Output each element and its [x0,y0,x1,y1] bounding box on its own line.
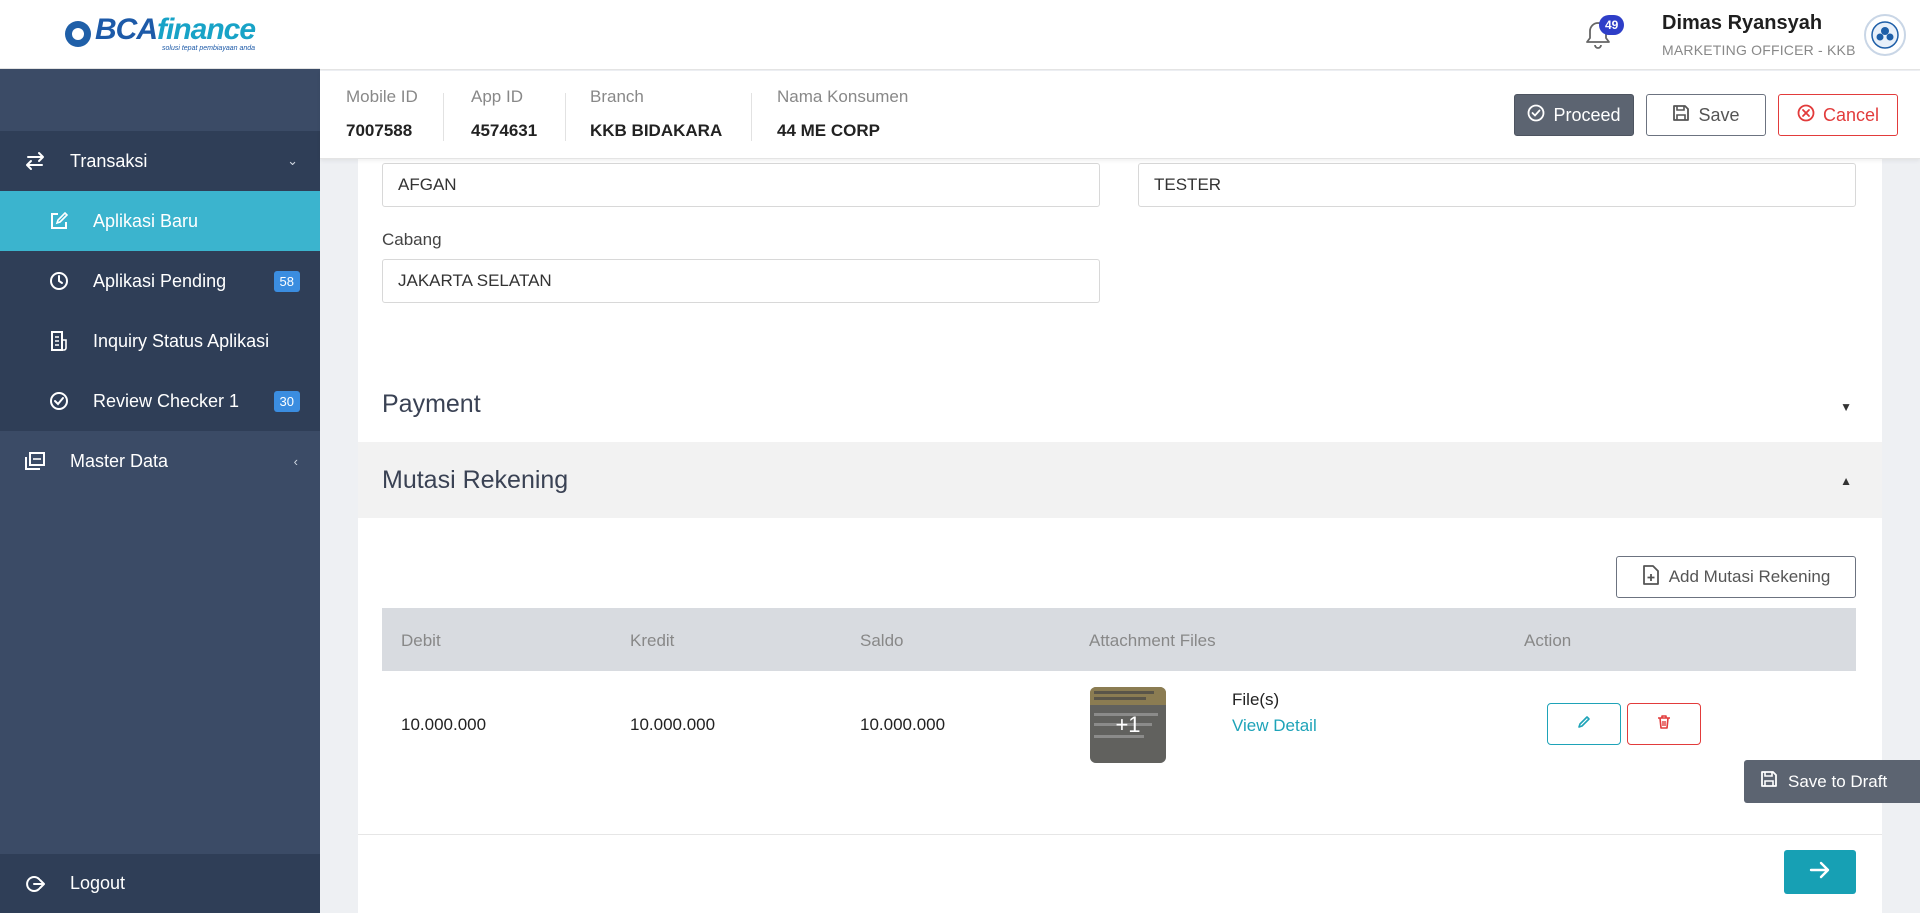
sidebar-item-transaksi[interactable]: Transaksi ⌄ [0,131,320,191]
sidebar-item-master-data[interactable]: Master Data ‹ [0,431,320,491]
user-name: Dimas Ryansyah [1662,12,1823,34]
floppy-disk-icon [1672,104,1690,127]
sidebar-item-aplikasi-pending[interactable]: Aplikasi Pending 58 [0,251,320,311]
thumb-more-count: +1 [1090,687,1166,763]
review-count-badge: 30 [273,390,300,412]
sidebar-item-label: Aplikasi Baru [93,210,199,231]
add-mutasi-rekening-button[interactable]: Add Mutasi Rekening [1616,556,1856,598]
trash-icon [1656,714,1672,735]
proceed-button[interactable]: Proceed [1514,94,1634,136]
app-id-label: App ID [471,87,523,106]
sidebar: BCAfinance solusi tepat pembiayaan anda … [0,0,320,913]
sidebar-item-label: Review Checker 1 [93,390,240,411]
logout-button[interactable]: Logout [0,854,320,913]
app-id-cell: App ID 4574631 [471,87,537,141]
mobile-id-value: 7007588 [346,121,413,140]
sidebar-item-label: Inquiry Status Aplikasi [93,330,270,351]
edit-button[interactable] [1547,703,1621,745]
check-circle-icon [1527,104,1545,127]
branch-value: KKB BIDAKARA [590,121,723,140]
sidebar-item-label: Aplikasi Pending [93,270,227,291]
bca-logo-icon [64,21,91,47]
copy-icon [22,452,48,470]
cell-kredit: 10.000.000 [630,715,716,734]
logo-area[interactable]: BCAfinance solusi tepat pembiayaan anda [0,0,320,69]
app-id-value: 4574631 [471,121,538,140]
chevron-down-icon: ⌄ [287,153,298,168]
nama-konsumen-label: Nama Konsumen [777,87,909,106]
save-button[interactable]: Save [1646,94,1766,136]
user-role: MARKETING OFFICER - KKB [1662,42,1856,58]
avatar[interactable] [1864,14,1906,56]
save-to-draft-button[interactable]: Save to Draft [1744,760,1920,803]
logo-tagline: solusi tepat pembiayaan anda [162,45,256,52]
nama-konsumen-value: 44 ME CORP [777,121,880,140]
delete-button[interactable] [1627,703,1701,745]
view-detail-link[interactable]: View Detail [1232,716,1317,736]
document-list-icon [48,331,70,351]
file-plus-icon [1642,564,1660,590]
logout-label: Logout [70,873,126,893]
chevron-left-icon: ‹ [293,453,298,469]
th-action: Action [1524,631,1572,650]
left-text-field[interactable]: AFGAN [382,163,1100,207]
divider [358,834,1882,835]
right-text-field[interactable]: TESTER [1138,163,1856,207]
edit-square-icon [48,212,70,230]
pending-count-badge: 58 [273,270,300,292]
sidebar-item-label: Master Data [70,450,169,471]
logout-icon [22,874,48,894]
main-card: AFGAN TESTER Cabang JAKARTA SELATAN Paym… [358,150,1882,913]
files-label: File(s) [1232,690,1280,709]
proceed-label: Proceed [1553,104,1621,125]
caret-down-icon[interactable]: ▼ [1840,400,1852,414]
branch-cell: Branch KKB BIDAKARA [590,87,722,141]
sidebar-item-inquiry-status[interactable]: Inquiry Status Aplikasi [0,311,320,371]
cabang-label: Cabang [382,230,442,249]
sidebar-item-label: Transaksi [70,150,148,171]
clock-icon [48,271,70,291]
cabang-field[interactable]: JAKARTA SELATAN [382,259,1100,303]
mobile-id-cell: Mobile ID 7007588 [346,87,418,141]
branch-label: Branch [590,87,644,106]
cancel-button[interactable]: Cancel [1778,94,1898,136]
table-header: Debit Kredit Saldo Attachment Files Acti… [382,608,1856,671]
mobile-id-label: Mobile ID [346,87,418,106]
top-bar: 49 Dimas Ryansyah MARKETING OFFICER - KK… [320,0,1920,70]
mutasi-section-header[interactable]: Mutasi Rekening ▲ [358,442,1882,518]
th-attachment-files: Attachment Files [1089,631,1216,650]
close-circle-icon [1797,104,1815,127]
mutasi-section-title: Mutasi Rekening [382,466,569,494]
pencil-icon [1576,714,1592,735]
floppy-disk-icon [1760,770,1778,793]
add-mutasi-label: Add Mutasi Rekening [1668,567,1831,586]
arrow-right-icon [1809,861,1831,884]
caret-up-icon[interactable]: ▲ [1840,474,1852,488]
cancel-label: Cancel [1822,104,1880,125]
th-debit: Debit [401,631,441,650]
application-info-bar: Mobile ID 7007588 App ID 4574631 Branch … [320,71,1920,159]
save-label: Save [1698,104,1740,125]
cell-debit: 10.000.000 [401,715,487,734]
th-saldo: Saldo [860,631,904,650]
sidebar-item-aplikasi-baru[interactable]: Aplikasi Baru [0,191,320,251]
check-circle-icon [48,391,70,411]
payment-section-title[interactable]: Payment [382,390,481,419]
next-button[interactable] [1784,850,1856,894]
notification-count-badge: 49 [1599,15,1625,35]
cell-saldo: 10.000.000 [860,715,946,734]
attachment-thumbnail[interactable]: +1 [1090,687,1166,763]
logo-name: BCAfinance [94,13,256,46]
sidebar-item-review-checker[interactable]: Review Checker 1 30 [0,371,320,431]
th-kredit: Kredit [630,631,675,650]
swap-arrows-icon [22,151,48,171]
nama-konsumen-cell: Nama Konsumen 44 ME CORP [777,87,908,141]
table-row: 10.000.000 10.000.000 10.000.000 +1 File… [382,671,1856,777]
bca-finance-logo[interactable]: BCAfinance solusi tepat pembiayaan anda [64,13,256,52]
save-to-draft-label: Save to Draft [1788,771,1888,791]
